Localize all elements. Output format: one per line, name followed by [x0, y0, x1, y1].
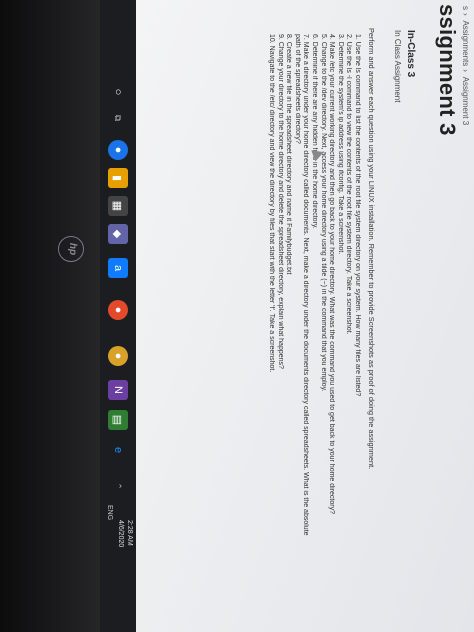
taskbar: ○ ⧉ ● ▮ ▦ ◆ a ● ● N ▤ e ⌃ ENG 2:28 AM 4/… — [100, 0, 136, 632]
device-bezel: hp — [0, 0, 100, 632]
list-item: 10. Navigate to the /etc/ directory and … — [268, 34, 276, 373]
page-title: ssignment 3 — [435, 4, 460, 136]
breadcrumb-assignment-3: Assignment 3 — [461, 76, 470, 126]
hp-logo-icon: hp — [58, 236, 84, 262]
tray-icons[interactable]: ⌃ — [108, 476, 128, 496]
step-list: 1. Use the ls command to list the conten… — [266, 34, 361, 594]
clock-date: 4/6/2020 — [117, 520, 124, 548]
list-item: 6. Determine if there are any hidden fil… — [311, 34, 319, 229]
list-item: 2. Use the ls -l command to view the con… — [345, 34, 353, 335]
file-explorer-icon[interactable]: ▮ — [108, 168, 128, 188]
start-icon[interactable]: ○ — [108, 82, 128, 102]
media-icon[interactable]: ● — [108, 300, 128, 320]
assignment-subtitle: In-Class 3 — [405, 30, 416, 78]
list-item: 7. Make a directory under your home dire… — [302, 34, 310, 536]
list-item: path of the spreadsheets directory? — [293, 34, 301, 144]
list-item: 8. Create a new file in the spreadsheet … — [285, 34, 293, 275]
onenote-icon[interactable]: N — [108, 380, 128, 400]
app2-icon[interactable]: ▤ — [108, 410, 128, 430]
list-item: 1. Use the ls command to list the conten… — [354, 34, 361, 397]
breadcrumb: s› Assignments› Assignment 3 — [461, 6, 470, 126]
assignment-kind: In Class Assignment — [393, 30, 402, 103]
assignment-intro: Perform and answer each question using y… — [367, 28, 376, 470]
amazon-icon[interactable]: a — [108, 258, 128, 278]
chrome-alt-icon[interactable]: ● — [108, 346, 128, 366]
assignment-page: s› Assignments› Assignment 3 ssignment 3… — [136, 0, 474, 632]
chrome-icon[interactable]: ● — [108, 140, 128, 160]
app-icon[interactable]: ◆ — [108, 224, 128, 244]
edge-icon[interactable]: e — [108, 440, 128, 460]
list-item: 9. Change your directory to the home dir… — [276, 34, 284, 369]
clock-time: 2:28 AM — [126, 520, 133, 546]
list-item: 5. Change to the /dev directory. Next, a… — [319, 34, 327, 392]
list-item: 4. Make /etc your current working direct… — [328, 34, 336, 514]
task-view-icon[interactable]: ⧉ — [108, 108, 128, 128]
breadcrumb-part-0[interactable]: s — [461, 6, 470, 10]
breadcrumb-assignments[interactable]: Assignments — [461, 20, 470, 66]
store-icon[interactable]: ▦ — [108, 196, 128, 216]
language-indicator[interactable]: ENG — [106, 505, 113, 520]
list-item: 3. Determine the system's ip address usi… — [336, 34, 344, 255]
taskbar-clock[interactable]: 2:28 AM 4/6/2020 — [102, 520, 134, 580]
